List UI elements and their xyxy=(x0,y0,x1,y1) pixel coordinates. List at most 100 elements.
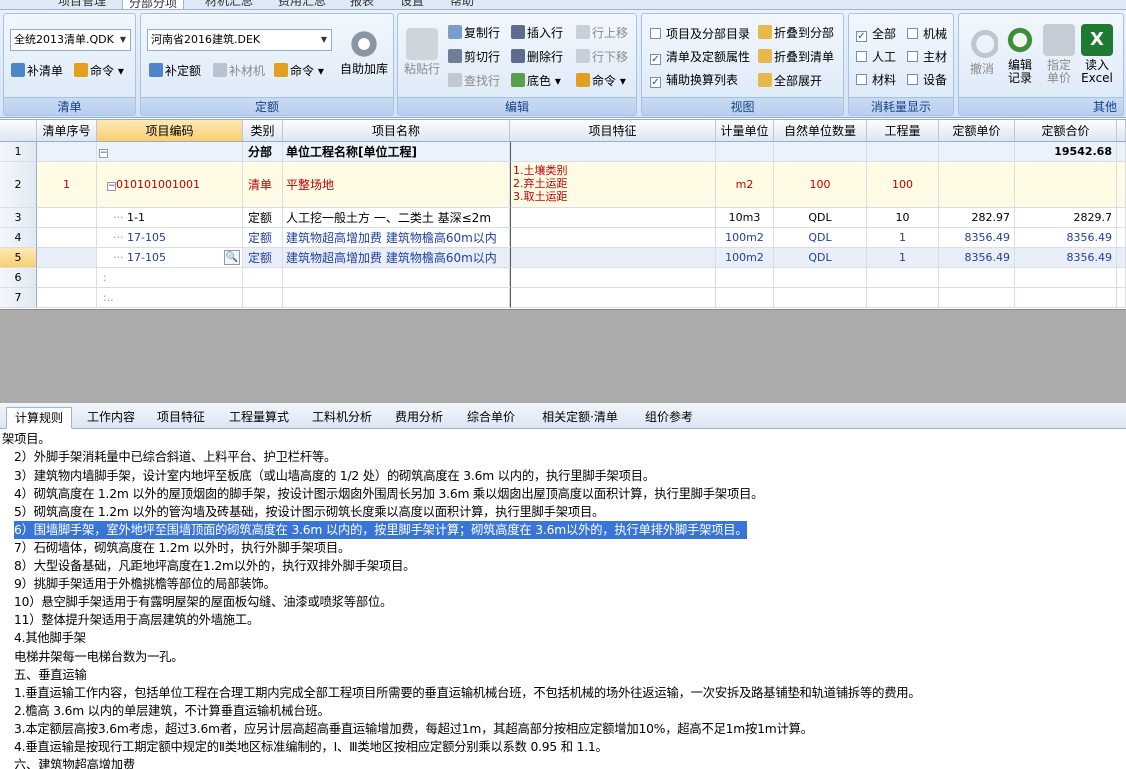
cell-feature[interactable]: 1.土壤类别 2.弃土运距 3.取土运距 xyxy=(510,162,716,208)
row-number[interactable]: 7 xyxy=(0,288,37,308)
cell-type[interactable]: 定额 xyxy=(243,248,283,268)
qingdan-command-button[interactable]: 命令 ▾ xyxy=(74,61,124,81)
row-number[interactable]: 2 xyxy=(0,162,37,208)
cell-seq[interactable] xyxy=(37,142,97,162)
header-total[interactable]: 定额合价 xyxy=(1015,120,1117,142)
cell-seq[interactable] xyxy=(37,248,97,268)
cell-seq[interactable] xyxy=(37,268,97,288)
cell-name[interactable]: 平整场地 xyxy=(283,162,510,208)
cell-seq[interactable]: 1 xyxy=(37,162,97,208)
table-row[interactable]: 6 : xyxy=(0,268,1126,288)
header-natural-qty[interactable]: 自然单位数量 xyxy=(774,120,867,142)
add-material-button[interactable]: 补材机 xyxy=(213,61,265,81)
header-feature[interactable]: 项目特征 xyxy=(510,120,716,142)
checkbox-main-material[interactable]: 主材 xyxy=(907,48,947,66)
cell-natural-qty[interactable]: QDL xyxy=(774,228,867,248)
row-number[interactable]: 4 xyxy=(0,228,37,248)
tab-calc-rules[interactable]: 计算规则 xyxy=(6,407,72,429)
header-more[interactable] xyxy=(1117,120,1126,142)
cell-code[interactable]: ··· 17-105 🔍 xyxy=(97,248,243,268)
cell-unit[interactable] xyxy=(716,268,774,288)
copy-row-button[interactable]: 复制行 xyxy=(448,23,500,43)
tab-composite-price[interactable]: 综合单价 xyxy=(458,407,524,429)
cell-total[interactable] xyxy=(1015,268,1117,288)
cell-code[interactable]: ··· 17-105 xyxy=(97,228,243,248)
cell-total[interactable] xyxy=(1015,288,1117,308)
cell-natural-qty[interactable]: QDL xyxy=(774,248,867,268)
cell-type[interactable]: 定额 xyxy=(243,228,283,248)
cell-unit-price[interactable] xyxy=(939,162,1015,208)
import-excel-button[interactable]: X 读入 Excel xyxy=(1079,24,1115,85)
row-number[interactable]: 6 xyxy=(0,268,37,288)
cell-quantity[interactable]: 100 xyxy=(867,162,939,208)
calc-rules-content[interactable]: 架项目。 2）外脚手架消耗量中已综合斜道、上料平台、护卫栏杆等。 3）建筑物内墙… xyxy=(0,429,1126,769)
cell-more[interactable] xyxy=(1117,228,1126,248)
cell-seq[interactable] xyxy=(37,288,97,308)
cell-natural-qty[interactable] xyxy=(774,142,867,162)
cell-quantity[interactable] xyxy=(867,142,939,162)
header-name[interactable]: 项目名称 xyxy=(283,120,510,142)
cell-unit[interactable]: 10m3 xyxy=(716,208,774,228)
dinge-command-button[interactable]: 命令 ▾ xyxy=(274,61,324,81)
cell-feature[interactable] xyxy=(510,142,716,162)
cell-unit[interactable]: m2 xyxy=(716,162,774,208)
cell-name[interactable] xyxy=(283,268,510,288)
cell-total[interactable]: 2829.7 xyxy=(1015,208,1117,228)
table-row[interactable]: 7 :.. xyxy=(0,288,1126,308)
cell-type[interactable] xyxy=(243,268,283,288)
cell-type[interactable]: 分部 xyxy=(243,142,283,162)
cell-quantity[interactable]: 1 xyxy=(867,228,939,248)
checkbox-aux-conversion[interactable]: ✓ 辅助换算列表 xyxy=(650,71,738,89)
checkbox-material[interactable]: 材料 xyxy=(856,71,896,89)
background-color-button[interactable]: 底色 ▾ xyxy=(511,71,561,91)
checkbox-list-attributes[interactable]: ✓ 清单及定额属性 xyxy=(650,48,750,66)
self-add-library-button[interactable]: 自助加库 xyxy=(337,28,391,76)
header-type[interactable]: 类别 xyxy=(243,120,283,142)
cell-unit-price[interactable]: 8356.49 xyxy=(939,228,1015,248)
insert-row-button[interactable]: 插入行 xyxy=(511,23,563,43)
table-row[interactable]: 1 − 分部 单位工程名称[单位工程] 19542.68 xyxy=(0,142,1126,162)
tab-material-analysis[interactable]: 工料机分析 xyxy=(304,407,380,429)
cell-quantity[interactable]: 10 xyxy=(867,208,939,228)
expand-all-button[interactable]: 全部展开 xyxy=(758,71,822,91)
cell-name[interactable]: 建筑物超高增加费 建筑物檐高60m以内 xyxy=(283,228,510,248)
add-dinge-button[interactable]: 补定额 xyxy=(149,61,201,81)
checkbox-equipment[interactable]: 设备 xyxy=(907,71,947,89)
cell-more[interactable] xyxy=(1117,208,1126,228)
cell-total[interactable]: 19542.68 xyxy=(1015,142,1117,162)
menu-settings[interactable]: 设置 xyxy=(400,0,424,8)
cell-unit[interactable]: 100m2 xyxy=(716,228,774,248)
header-code[interactable]: 项目编码 xyxy=(97,120,243,142)
cell-unit[interactable]: 100m2 xyxy=(716,248,774,268)
find-row-button[interactable]: 查找行 xyxy=(448,71,500,91)
table-row[interactable]: 3 ··· 1-1 定额 人工挖一般土方 一、二类土 基深≤2m 10m3 QD… xyxy=(0,208,1126,228)
undo-button[interactable]: 撤消 xyxy=(963,28,1001,76)
tab-item-feature[interactable]: 项目特征 xyxy=(148,407,214,429)
cell-unit-price[interactable] xyxy=(939,142,1015,162)
cell-name[interactable] xyxy=(283,288,510,308)
checkbox-machine[interactable]: 机械 xyxy=(907,25,947,43)
cell-feature[interactable] xyxy=(510,228,716,248)
header-quantity[interactable]: 工程量 xyxy=(867,120,939,142)
table-row[interactable]: 2 1 −010101001001 清单 平整场地 1.土壤类别 2.弃土运距 … xyxy=(0,162,1126,208)
cell-total[interactable] xyxy=(1015,162,1117,208)
cell-unit-price[interactable]: 282.97 xyxy=(939,208,1015,228)
cell-natural-qty[interactable] xyxy=(774,288,867,308)
edit-command-button[interactable]: 命令 ▾ xyxy=(576,71,626,91)
header-unit-price[interactable]: 定额单价 xyxy=(939,120,1015,142)
cell-total[interactable]: 8356.49 xyxy=(1015,248,1117,268)
delete-row-button[interactable]: 删除行 xyxy=(511,47,563,67)
fold-to-list-button[interactable]: 折叠到清单 xyxy=(758,47,834,67)
tab-pricing-reference[interactable]: 组价参考 xyxy=(636,407,702,429)
cell-type[interactable]: 定额 xyxy=(243,208,283,228)
table-row[interactable]: 4 ··· 17-105 定额 建筑物超高增加费 建筑物檐高60m以内 100m… xyxy=(0,228,1126,248)
cell-quantity[interactable] xyxy=(867,268,939,288)
paste-row-button[interactable]: 粘贴行 xyxy=(402,28,442,76)
menu-help[interactable]: 帮助 xyxy=(450,0,474,8)
header-seq[interactable]: 清单序号 xyxy=(37,120,97,142)
cell-more[interactable] xyxy=(1117,162,1126,208)
cell-name[interactable]: 建筑物超高增加费 建筑物檐高60m以内 xyxy=(283,248,510,268)
checkbox-project-directory[interactable]: 项目及分部目录 xyxy=(650,25,750,43)
cell-feature[interactable] xyxy=(510,248,716,268)
cut-row-button[interactable]: 剪切行 xyxy=(448,47,500,67)
